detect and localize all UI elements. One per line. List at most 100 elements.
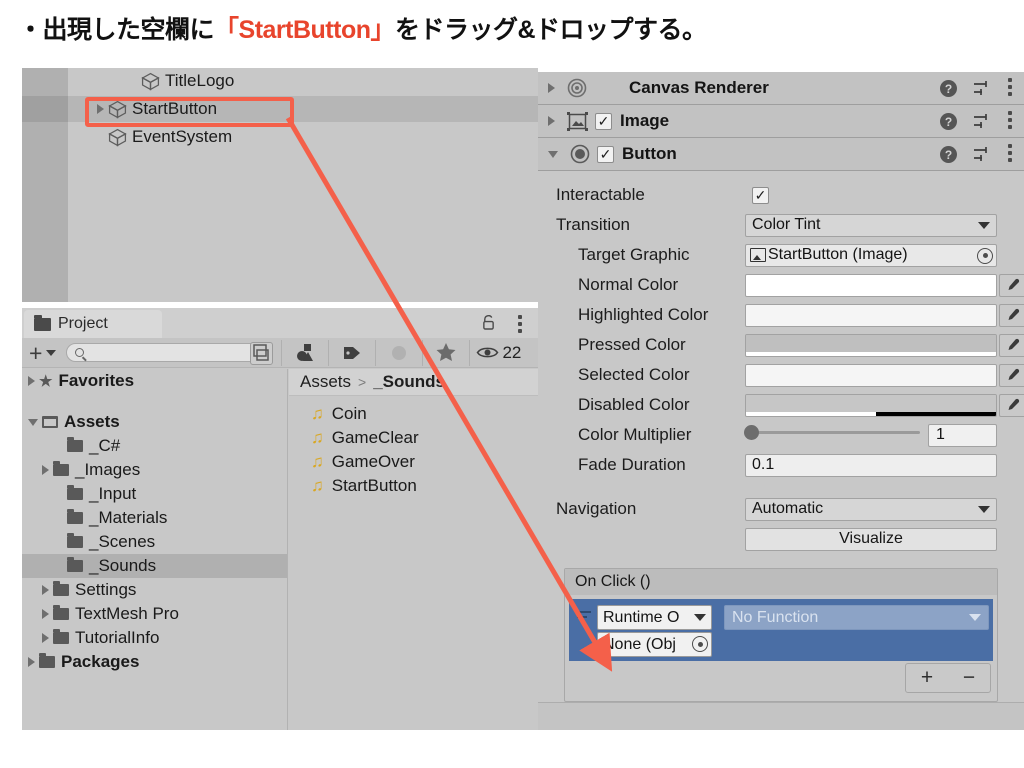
component-enabled-checkbox[interactable]: ✓ bbox=[597, 146, 614, 163]
normal-color-swatch[interactable] bbox=[745, 274, 997, 297]
component-header-canvas-renderer[interactable]: Canvas Renderer ? bbox=[538, 72, 1024, 105]
asset-item-gameclear[interactable]: ♫ GameClear bbox=[289, 426, 538, 450]
property-label: Color Multiplier bbox=[538, 425, 728, 445]
fade-duration-input[interactable]: 0.1 bbox=[745, 454, 997, 477]
cube-icon bbox=[108, 100, 127, 119]
expand-icon[interactable] bbox=[250, 342, 273, 365]
chevron-right-icon[interactable] bbox=[42, 465, 49, 475]
help-icon[interactable]: ? bbox=[940, 113, 957, 130]
star-icon[interactable] bbox=[423, 338, 469, 368]
chevron-right-icon[interactable] bbox=[548, 116, 555, 126]
chevron-right-icon[interactable] bbox=[97, 104, 104, 114]
function-dropdown[interactable]: No Function bbox=[724, 605, 989, 630]
chevron-right-icon[interactable] bbox=[42, 609, 49, 619]
help-icon[interactable]: ? bbox=[940, 80, 957, 97]
interactable-checkbox[interactable]: ✓ bbox=[752, 187, 769, 204]
visualize-button[interactable]: Visualize bbox=[745, 528, 997, 551]
transition-dropdown[interactable]: Color Tint bbox=[745, 214, 997, 237]
chevron-right-icon[interactable] bbox=[42, 585, 49, 595]
hierarchy-row-eventsystem[interactable]: EventSystem bbox=[22, 124, 538, 150]
eyedropper-icon[interactable] bbox=[999, 274, 1024, 297]
runtime-mode-dropdown[interactable]: Runtime O bbox=[597, 605, 712, 630]
dimmed-filter-icon[interactable] bbox=[376, 338, 422, 368]
asset-item-gameover[interactable]: ♫ GameOver bbox=[289, 450, 538, 474]
drag-handle-icon[interactable] bbox=[577, 611, 591, 621]
tree-item-images[interactable]: _Images bbox=[22, 458, 287, 482]
highlighted-color-swatch[interactable] bbox=[745, 304, 997, 327]
color-multiplier-value[interactable]: 1 bbox=[928, 424, 997, 447]
disabled-color-swatch[interactable] bbox=[745, 394, 997, 417]
label-filter-icon[interactable] bbox=[329, 338, 375, 368]
search-field-wrapper[interactable] bbox=[66, 343, 271, 362]
chevron-down-icon[interactable] bbox=[28, 419, 38, 426]
object-picker-icon[interactable] bbox=[692, 636, 708, 652]
asset-type-filter-icon[interactable] bbox=[282, 338, 328, 368]
tree-item-scenes[interactable]: _Scenes bbox=[22, 530, 287, 554]
hierarchy-row-startbutton[interactable]: StartButton bbox=[22, 96, 538, 122]
object-picker-icon[interactable] bbox=[977, 248, 993, 264]
property-label: Disabled Color bbox=[538, 395, 728, 415]
tree-item-packages[interactable]: Packages bbox=[22, 650, 287, 674]
remove-event-button[interactable]: − bbox=[963, 666, 975, 690]
eyedropper-icon[interactable] bbox=[999, 364, 1024, 387]
component-enabled-checkbox[interactable]: ✓ bbox=[595, 113, 612, 130]
color-multiplier-slider[interactable] bbox=[748, 431, 920, 434]
kebab-menu-icon[interactable] bbox=[1008, 78, 1012, 99]
pressed-color-swatch[interactable] bbox=[745, 334, 997, 357]
hierarchy-item-label: EventSystem bbox=[132, 127, 232, 147]
button-component-icon bbox=[570, 144, 590, 164]
chevron-down-icon bbox=[978, 506, 990, 513]
component-name: Image bbox=[620, 111, 669, 131]
selected-color-swatch[interactable] bbox=[745, 364, 997, 387]
target-graphic-object-field[interactable]: StartButton (Image) bbox=[745, 244, 997, 267]
folder-icon bbox=[67, 488, 83, 500]
chevron-down-icon[interactable] bbox=[548, 151, 558, 158]
eyedropper-icon[interactable] bbox=[999, 304, 1024, 327]
kebab-menu-icon[interactable] bbox=[1008, 111, 1012, 132]
search-input[interactable] bbox=[89, 346, 239, 360]
preset-icon[interactable] bbox=[973, 80, 992, 97]
tree-item-textmeshpro[interactable]: TextMesh Pro bbox=[22, 602, 287, 626]
component-header-button[interactable]: ✓ Button ? bbox=[538, 138, 1024, 171]
navigation-dropdown[interactable]: Automatic bbox=[745, 498, 997, 521]
tree-item-label: Assets bbox=[64, 412, 120, 432]
tree-item-csharp[interactable]: _C# bbox=[22, 434, 287, 458]
eyedropper-icon[interactable] bbox=[999, 394, 1024, 417]
chevron-right-icon[interactable] bbox=[548, 83, 555, 93]
audio-clip-icon: ♫ bbox=[311, 452, 324, 472]
chevron-right-icon[interactable] bbox=[42, 633, 49, 643]
on-click-object-field[interactable]: None (Obj bbox=[597, 632, 712, 657]
visibility-filter[interactable]: 22 bbox=[470, 343, 521, 363]
tree-item-sounds[interactable]: _Sounds bbox=[22, 554, 287, 578]
tab-project[interactable]: Project bbox=[24, 310, 162, 338]
on-click-entry-row[interactable]: Runtime O No Function None (Obj bbox=[569, 599, 993, 661]
kebab-menu-icon[interactable] bbox=[518, 315, 522, 336]
add-asset-button[interactable]: + bbox=[29, 344, 56, 362]
chevron-down-icon bbox=[694, 614, 706, 621]
preset-icon[interactable] bbox=[973, 113, 992, 130]
property-label: Highlighted Color bbox=[538, 305, 728, 325]
tree-item-input[interactable]: _Input bbox=[22, 482, 287, 506]
function-value: No Function bbox=[732, 609, 818, 627]
image-component-icon bbox=[567, 112, 588, 131]
tree-item-tutorialinfo[interactable]: TutorialInfo bbox=[22, 626, 287, 650]
chevron-right-icon[interactable] bbox=[28, 376, 35, 386]
add-event-button[interactable]: + bbox=[921, 666, 933, 690]
asset-item-coin[interactable]: ♫ Coin bbox=[289, 402, 538, 426]
help-icon[interactable]: ? bbox=[940, 146, 957, 163]
tree-item-assets[interactable]: Assets bbox=[22, 410, 287, 434]
component-header-image[interactable]: ✓ Image ? bbox=[538, 105, 1024, 138]
lock-icon[interactable] bbox=[482, 315, 495, 330]
hierarchy-row-titlelogo[interactable]: TitleLogo bbox=[22, 68, 538, 94]
on-click-section: On Click () Runtime O No Function None (… bbox=[564, 568, 998, 702]
breadcrumb-root[interactable]: Assets bbox=[300, 372, 351, 392]
preset-icon[interactable] bbox=[973, 146, 992, 163]
tree-item-favorites[interactable]: ★ Favorites bbox=[22, 369, 287, 393]
asset-item-startbutton[interactable]: ♫ StartButton bbox=[289, 474, 538, 498]
tree-item-settings[interactable]: Settings bbox=[22, 578, 287, 602]
eyedropper-icon[interactable] bbox=[999, 334, 1024, 357]
kebab-menu-icon[interactable] bbox=[1008, 144, 1012, 165]
chevron-right-icon[interactable] bbox=[28, 657, 35, 667]
tree-item-materials[interactable]: _Materials bbox=[22, 506, 287, 530]
slider-handle[interactable] bbox=[744, 425, 759, 440]
